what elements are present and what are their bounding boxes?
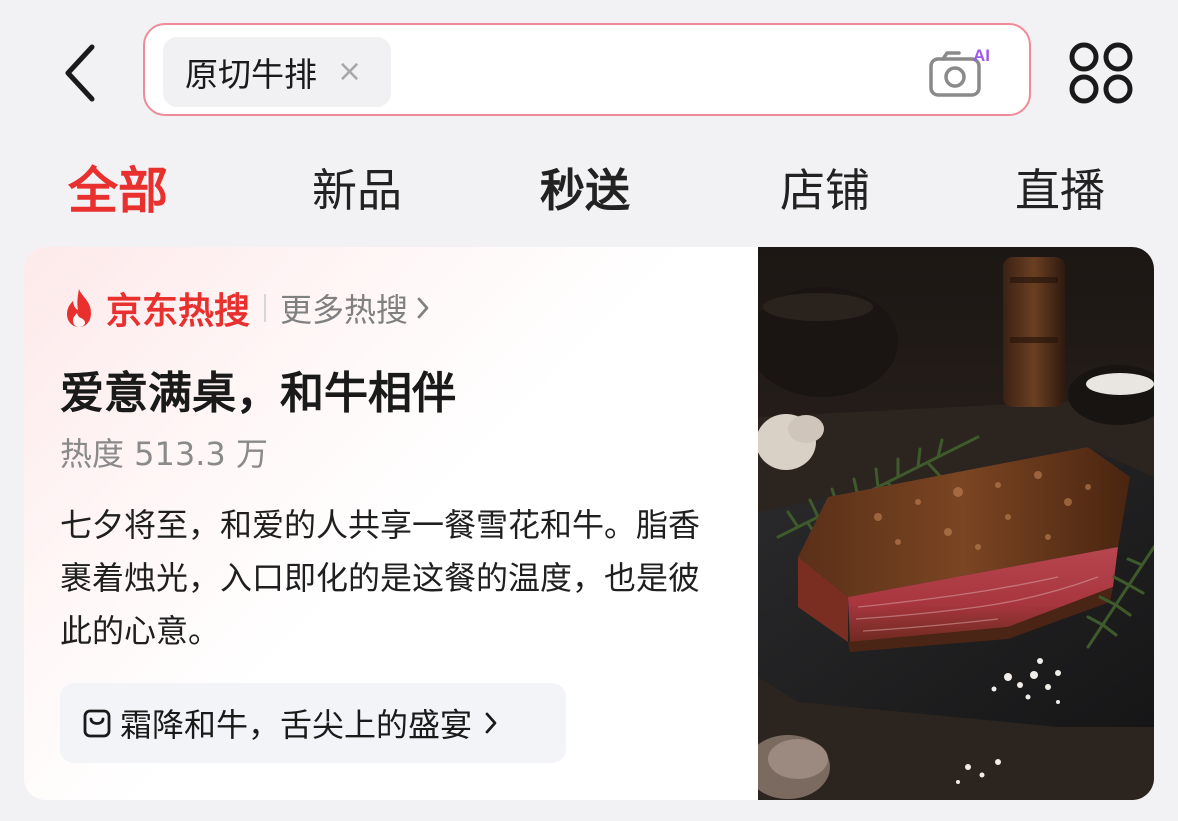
- header-divider: [264, 294, 267, 322]
- chevron-right-icon: [485, 712, 497, 734]
- hot-search-content: 京东热搜 更多热搜 爱意满桌，和牛相伴 热度 513.3 万 七夕将至，和爱的人…: [24, 247, 758, 800]
- more-hot-search-link[interactable]: 更多热搜: [280, 285, 430, 331]
- search-query-text: 原切牛排: [185, 55, 317, 94]
- more-hot-search-label: 更多热搜: [280, 291, 409, 329]
- chevron-left-icon: [65, 44, 95, 102]
- back-button[interactable]: [50, 38, 110, 108]
- tab-express-delivery[interactable]: 秒送: [540, 158, 630, 224]
- hot-search-card[interactable]: 京东热搜 更多热搜 爱意满桌，和牛相伴 热度 513.3 万 七夕将至，和爱的人…: [24, 247, 1154, 800]
- hot-search-title: 京东热搜: [106, 291, 251, 332]
- chevron-right-icon: [417, 297, 429, 319]
- hot-topic-headline[interactable]: 爱意满桌，和牛相伴: [60, 357, 456, 421]
- search-box[interactable]: 原切牛排 × AI: [143, 23, 1031, 116]
- flame-icon: [67, 289, 91, 327]
- ai-badge: AI: [973, 46, 990, 65]
- topic-link-button[interactable]: 霜降和牛，舌尖上的盛宴: [60, 683, 566, 763]
- search-query-chip[interactable]: 原切牛排 ×: [163, 37, 391, 107]
- steak-photo[interactable]: [758, 247, 1154, 800]
- tab-live[interactable]: 直播: [1015, 158, 1105, 224]
- bag-icon: [83, 709, 111, 738]
- four-circles-menu-icon[interactable]: [1066, 40, 1136, 106]
- camera-ai-icon[interactable]: AI: [927, 45, 991, 101]
- hot-search-header: 京东热搜 更多热搜: [60, 285, 430, 332]
- tab-new[interactable]: 新品: [312, 158, 402, 224]
- hot-topic-description: 七夕将至，和爱的人共享一餐雪花和牛。脂香裹着烛光，入口即化的是这餐的温度，也是彼…: [60, 506, 701, 650]
- tab-shops[interactable]: 店铺: [780, 158, 870, 224]
- heat-value: 热度 513.3 万: [60, 435, 268, 473]
- tab-all[interactable]: 全部: [68, 158, 168, 224]
- clear-icon[interactable]: ×: [337, 57, 362, 87]
- topic-link-label: 霜降和牛，舌尖上的盛宴: [120, 706, 473, 744]
